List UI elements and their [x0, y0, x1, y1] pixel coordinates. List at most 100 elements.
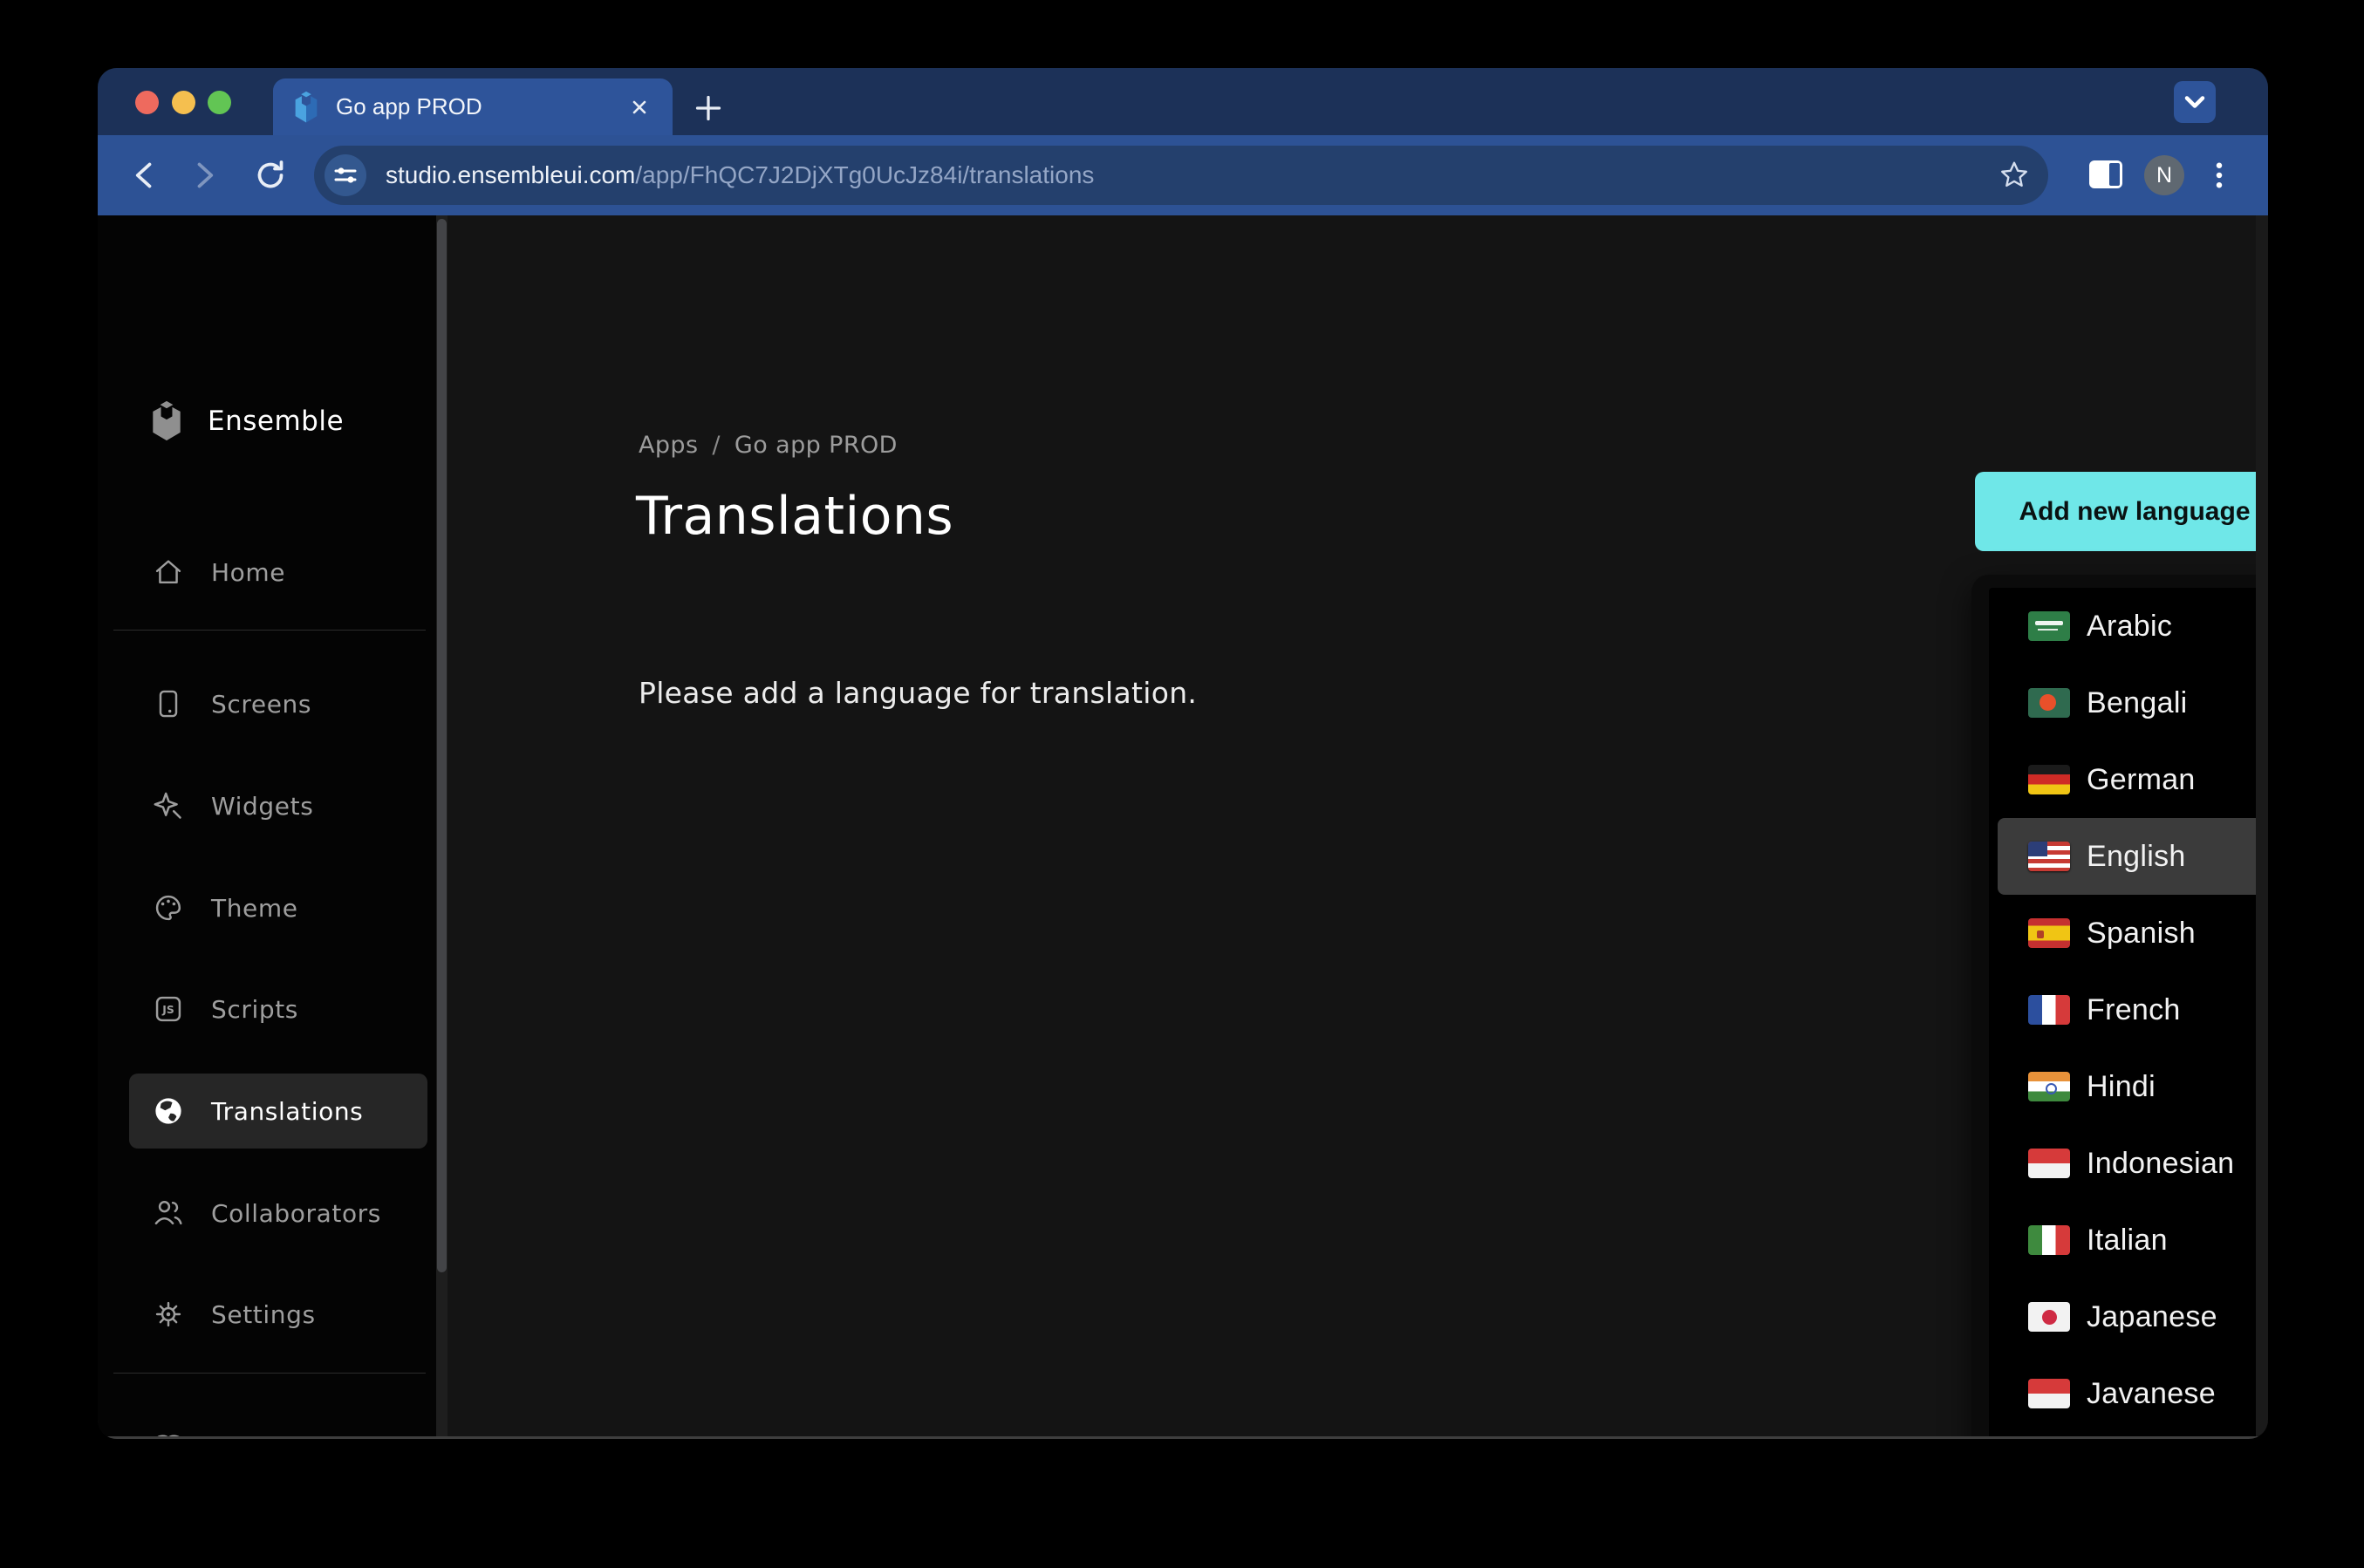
- settings-icon: [153, 1299, 184, 1330]
- page-scrollbar[interactable]: [2256, 215, 2268, 1439]
- translations-icon: [153, 1095, 184, 1127]
- bd-flag-icon: [2028, 688, 2070, 718]
- language-label: German: [2087, 763, 2196, 797]
- es-flag-icon: [2028, 918, 2070, 948]
- forward-icon[interactable]: [188, 158, 223, 193]
- sidebar-item-home[interactable]: Home: [129, 535, 427, 610]
- sidebar-item-translations[interactable]: Translations: [129, 1074, 427, 1149]
- sidebar-item-label: Widgets: [211, 792, 313, 821]
- language-label: Spanish: [2087, 917, 2196, 951]
- window-bottom-edge: [98, 1436, 2268, 1439]
- fr-flag-icon: [2028, 995, 2070, 1025]
- ensemble-logo-icon: [148, 400, 185, 442]
- language-label: Japanese: [2087, 1300, 2217, 1334]
- reload-icon[interactable]: [253, 158, 288, 193]
- close-tab-icon[interactable]: [625, 93, 653, 121]
- language-label: English: [2087, 840, 2186, 874]
- address-bar[interactable]: studio.ensembleui.com/app/FhQC7J2DjXTg0U…: [314, 146, 2048, 205]
- language-option-italian[interactable]: Italian: [1989, 1202, 2268, 1278]
- url-path: /app/FhQC7J2DjXTg0UcJz84i/translations: [635, 161, 1094, 188]
- page-content: Ensemble Home Screens Widgets Theme JSScript…: [98, 215, 2268, 1439]
- it-flag-icon: [2028, 1225, 2070, 1255]
- id-flag-icon: [2028, 1379, 2070, 1408]
- sidebar-divider: [113, 630, 426, 631]
- language-label: Arabic: [2087, 610, 2172, 644]
- breadcrumb-apps[interactable]: Apps: [639, 432, 698, 459]
- language-option-german[interactable]: German: [1989, 741, 2268, 818]
- sidebar-item-theme[interactable]: Theme: [129, 870, 427, 945]
- ensemble-favicon-icon: [292, 91, 320, 124]
- us-flag-icon: [2028, 842, 2070, 871]
- site-settings-icon[interactable]: [325, 154, 366, 196]
- home-icon: [153, 556, 184, 588]
- tab-search-chevron-icon[interactable]: [2174, 81, 2216, 123]
- sa-flag-icon: [2028, 611, 2070, 641]
- browser-tab[interactable]: Go app PROD: [273, 78, 673, 135]
- sidebar-item-label: Translations: [211, 1097, 363, 1126]
- browser-titlebar: Go app PROD: [98, 68, 2268, 135]
- language-label: Italian: [2087, 1224, 2168, 1258]
- breadcrumb-app-name[interactable]: Go app PROD: [734, 432, 898, 459]
- breadcrumb-separator: /: [712, 432, 721, 459]
- language-dropdown: Arabic Bengali German English Spanish French H…: [1971, 575, 2268, 1439]
- browser-window: Go app PROD: [98, 68, 2268, 1439]
- tab-title: Go app PROD: [336, 93, 625, 120]
- language-option-japanese[interactable]: Japanese: [1989, 1278, 2268, 1355]
- language-label: Hindi: [2087, 1070, 2156, 1104]
- sidebar-divider: [113, 1373, 426, 1374]
- sidebar-item-label: Collaborators: [211, 1199, 381, 1228]
- jp-flag-icon: [2028, 1302, 2070, 1332]
- language-option-french[interactable]: French: [1989, 971, 2268, 1048]
- sidebar-item-collaborators[interactable]: Collaborators: [129, 1176, 427, 1251]
- empty-state-message: Please add a language for translation.: [639, 676, 1197, 710]
- sidebar-scrollbar[interactable]: [436, 215, 448, 1439]
- in-flag-icon: [2028, 1072, 2070, 1101]
- language-option-english[interactable]: English: [1998, 818, 2265, 895]
- bookmark-star-icon[interactable]: [1998, 159, 2031, 192]
- language-option-bengali[interactable]: Bengali: [1989, 665, 2268, 741]
- sidebar-item-label: Home: [211, 558, 285, 587]
- id-flag-icon: [2028, 1149, 2070, 1178]
- side-panel-icon[interactable]: [2088, 160, 2123, 189]
- theme-icon: [153, 892, 184, 924]
- main-area: Apps / Go app PROD Translations Please a…: [448, 215, 2268, 1439]
- sidebar-item-settings[interactable]: Settings: [129, 1277, 427, 1352]
- url-text[interactable]: studio.ensembleui.com/app/FhQC7J2DjXTg0U…: [386, 161, 1998, 189]
- language-option-spanish[interactable]: Spanish: [1989, 895, 2268, 971]
- language-option-hindi[interactable]: Hindi: [1989, 1048, 2268, 1125]
- brand[interactable]: Ensemble: [148, 400, 344, 442]
- sidebar-item-label: Settings: [211, 1300, 316, 1329]
- language-label: Indonesian: [2087, 1147, 2234, 1181]
- sidebar-item-docs[interactable]: Docs: [129, 1409, 427, 1439]
- browser-menu-icon[interactable]: [2202, 158, 2237, 193]
- new-tab-icon[interactable]: [691, 91, 726, 126]
- language-option-arabic[interactable]: Arabic: [1989, 588, 2268, 665]
- language-label: Bengali: [2087, 686, 2188, 720]
- back-icon[interactable]: [126, 158, 161, 193]
- sidebar-item-scripts[interactable]: JSScripts: [129, 971, 427, 1046]
- sidebar: Ensemble Home Screens Widgets Theme JSScript…: [98, 215, 436, 1439]
- minimize-window-button[interactable]: [172, 91, 195, 114]
- scripts-icon: JS: [153, 993, 184, 1025]
- avatar-initial: N: [2156, 163, 2172, 188]
- add-new-language-button[interactable]: Add new language: [1975, 472, 2268, 551]
- de-flag-icon: [2028, 765, 2070, 794]
- widgets-icon: [153, 790, 184, 821]
- zoom-window-button[interactable]: [208, 91, 231, 114]
- sidebar-item-label: Screens: [211, 690, 311, 719]
- desktop-background: Go app PROD: [0, 0, 2364, 1568]
- language-label: Javanese: [2087, 1377, 2216, 1411]
- profile-avatar[interactable]: N: [2144, 155, 2184, 195]
- browser-toolbar: studio.ensembleui.com/app/FhQC7J2DjXTg0U…: [98, 135, 2268, 215]
- language-label: French: [2087, 993, 2181, 1027]
- language-option-indonesian[interactable]: Indonesian: [1989, 1125, 2268, 1202]
- brand-name: Ensemble: [208, 406, 344, 437]
- breadcrumb: Apps / Go app PROD: [639, 432, 898, 459]
- page-title: Translations: [636, 486, 953, 547]
- close-window-button[interactable]: [135, 91, 159, 114]
- collaborators-icon: [153, 1197, 184, 1229]
- sidebar-item-screens[interactable]: Screens: [129, 666, 427, 741]
- sidebar-scrollbar-thumb[interactable]: [437, 219, 447, 1272]
- language-option-javanese[interactable]: Javanese: [1989, 1355, 2268, 1432]
- sidebar-item-widgets[interactable]: Widgets: [129, 768, 427, 843]
